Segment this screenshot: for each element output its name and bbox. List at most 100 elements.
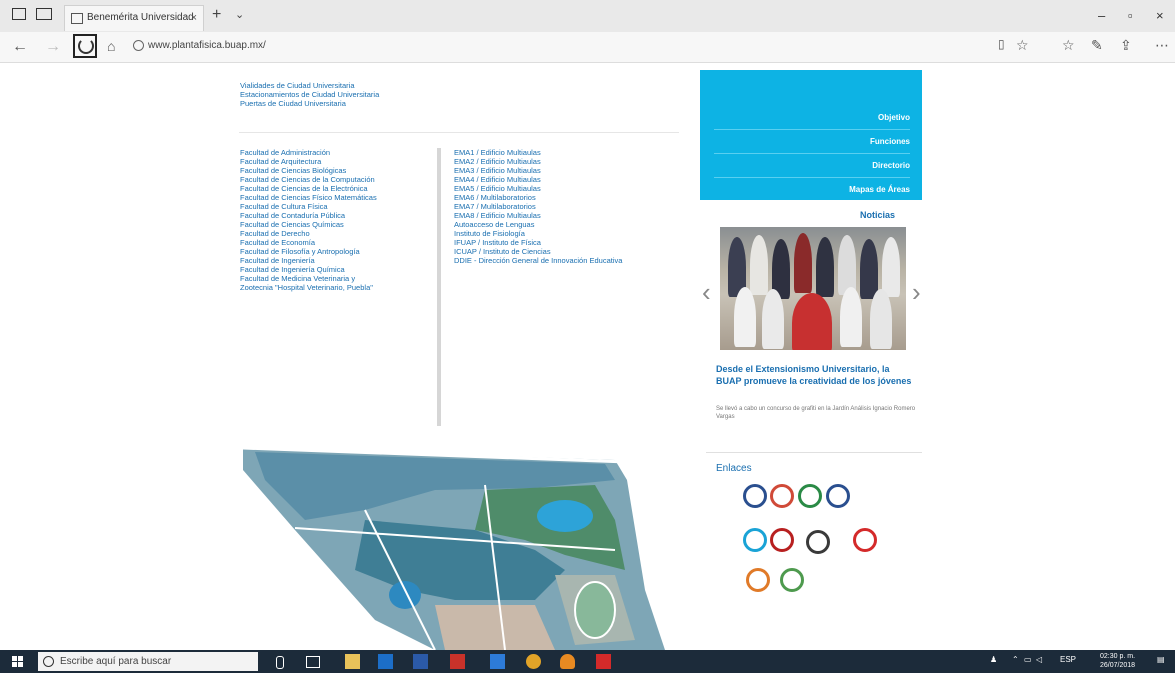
campus-link[interactable]: Estacionamientos de Ciudad Universitaria [240,90,379,99]
share-icon[interactable]: ⇪ [1120,37,1132,54]
building-link[interactable]: IFUAP / Instituto de Física [454,238,622,247]
forward-icon[interactable]: → [45,38,61,56]
chrome-icon[interactable] [526,654,541,669]
language-indicator[interactable]: ESP [1060,655,1076,664]
faculty-link[interactable]: Facultad de Economía [240,238,377,247]
new-tab-button[interactable]: + [212,6,221,24]
building-link[interactable]: EMA5 / Edificio Multiaulas [454,184,622,193]
url-field[interactable]: www.plantafisica.buap.mx/ [148,40,266,51]
campus-link[interactable]: Vialidades de Ciudad Universitaria [240,81,379,90]
pen-icon[interactable]: ✎ [1091,37,1103,54]
minimize-button[interactable]: – [1098,8,1105,23]
clock-date: 26/07/2018 [1100,662,1136,669]
faculty-link[interactable]: Facultad de Administración [240,148,377,157]
back-icon[interactable]: ← [12,38,28,56]
campus-map[interactable]: BLVD. 14 SUR [235,440,665,650]
partner-logo-icon[interactable] [806,530,830,554]
building-link[interactable]: EMA1 / Edificio Multiaulas [454,148,622,157]
set-aside-tabs-icon[interactable] [36,8,52,20]
building-link[interactable]: EMA6 / Multilaboratorios [454,193,622,202]
news-title[interactable]: Desde el Extensionismo Universitario, la… [716,363,916,387]
links-heading: Enlaces [716,463,752,474]
menu-objetivo[interactable]: Objetivo [714,106,910,130]
task-view-icon[interactable] [306,656,320,668]
app-b-icon[interactable] [596,654,611,669]
carousel-next-button[interactable]: › [912,277,921,308]
menu-funciones[interactable]: Funciones [714,130,910,154]
clock-time: 02:30 p. m. [1100,653,1136,660]
building-link[interactable]: EMA8 / Edificio Multiaulas [454,211,622,220]
building-link[interactable]: EMA2 / Edificio Multiaulas [454,157,622,166]
close-button[interactable]: × [1156,8,1164,23]
reading-view-icon[interactable]: ▯ [998,37,1005,51]
faculty-link[interactable]: Facultad de Contaduría Pública [240,211,377,220]
faculty-link[interactable]: Facultad de Cultura Física [240,202,377,211]
info-icon[interactable] [133,40,144,51]
faculty-link[interactable]: Facultad de Ciencias Físico Matemáticas [240,193,377,202]
page-icon [71,13,83,24]
news-heading: Noticias [860,210,896,220]
partner-logo-icon[interactable] [853,528,877,552]
favorite-star-icon[interactable]: ☆ [1016,37,1029,54]
person-icon[interactable]: ♟ [990,655,997,664]
word-icon[interactable] [413,654,428,669]
partner-logo-icon[interactable] [780,568,804,592]
browser-tab[interactable]: Benemérita Universidad × [64,5,204,31]
building-link[interactable]: EMA4 / Edificio Multiaulas [454,175,622,184]
faculty-link[interactable]: Zootecnia "Hospital Veterinario, Puebla" [240,283,377,292]
building-link[interactable]: ICUAP / Instituto de Ciencias [454,247,622,256]
news-photo[interactable] [720,227,906,350]
building-link[interactable]: Autoacceso de Lenguas [454,220,622,229]
taskbar-search-input[interactable]: Escribe aquí para buscar [38,652,258,671]
partner-logo-icon[interactable] [770,528,794,552]
clock[interactable]: 02:30 p. m. 26/07/2018 [1100,652,1135,670]
carousel-prev-button[interactable]: ‹ [702,277,711,308]
tab-close-button[interactable]: × [191,6,197,30]
campus-link[interactable]: Puertas de Ciudad Universitaria [240,99,379,108]
more-icon[interactable]: ⋯ [1155,37,1169,54]
partner-logo-icon[interactable] [826,484,850,508]
favorites-icon[interactable]: ☆ [1062,37,1075,54]
refresh-icon[interactable] [73,34,97,58]
faculty-link[interactable]: Facultad de Ingeniería Química [240,265,377,274]
faculty-link[interactable]: Facultad de Ciencias Biológicas [240,166,377,175]
faculty-link[interactable]: Facultad de Ciencias de la Electrónica [240,184,377,193]
faculty-link[interactable]: Facultad de Ciencias de la Computación [240,175,377,184]
faculty-link[interactable]: Facultad de Derecho [240,229,377,238]
microphone-icon[interactable] [276,656,284,669]
partner-logo-icon[interactable] [743,484,767,508]
menu-mapas[interactable]: Mapas de Áreas [714,178,910,201]
chevron-up-icon[interactable]: ⌃ [1012,655,1019,664]
menu-directorio[interactable]: Directorio [714,154,910,178]
notifications-icon[interactable]: ▤ [1157,655,1165,664]
partner-logo-icon[interactable] [770,484,794,508]
fire-app-icon[interactable] [560,654,575,669]
faculty-link[interactable]: Facultad de Filosofía y Antropología [240,247,377,256]
windows-start-icon[interactable] [12,656,23,667]
campus-links: Vialidades de Ciudad Universitaria Estaci… [240,81,379,108]
edge-icon[interactable] [490,654,505,669]
building-link[interactable]: Instituto de Fisiología [454,229,622,238]
acrobat-icon[interactable] [450,654,465,669]
building-link[interactable]: EMA7 / Multilaboratorios [454,202,622,211]
search-placeholder: Escribe aquí para buscar [60,656,172,667]
outlook-icon[interactable] [378,654,393,669]
partner-logo-icon[interactable] [743,528,767,552]
building-link[interactable]: DDIE - Dirección General de Innovación E… [454,256,622,265]
faculty-link[interactable]: Facultad de Arquitectura [240,157,377,166]
faculty-link[interactable]: Facultad de Medicina Veterinaria y [240,274,377,283]
restore-button[interactable]: ▫ [1128,8,1133,23]
partner-logo-icon[interactable] [798,484,822,508]
tab-manager-icon[interactable] [12,8,26,20]
building-link[interactable]: EMA3 / Edificio Multiaulas [454,166,622,175]
chevron-down-icon[interactable]: ⌄ [235,8,244,21]
volume-icon[interactable]: ◁ [1036,655,1042,664]
faculty-link[interactable]: Facultad de Ingeniería [240,256,377,265]
taskbar: Escribe aquí para buscar ♟ ⌃ ▭ ◁ ESP 02:… [0,650,1175,673]
faculty-link[interactable]: Facultad de Ciencias Químicas [240,220,377,229]
address-bar: ← → ⌂ www.plantafisica.buap.mx/ ▯ ☆ ☆ ✎ … [0,32,1175,63]
file-explorer-icon[interactable] [345,654,360,669]
home-icon[interactable]: ⌂ [107,38,115,54]
network-icon[interactable]: ▭ [1024,655,1032,664]
partner-logo-icon[interactable] [746,568,770,592]
